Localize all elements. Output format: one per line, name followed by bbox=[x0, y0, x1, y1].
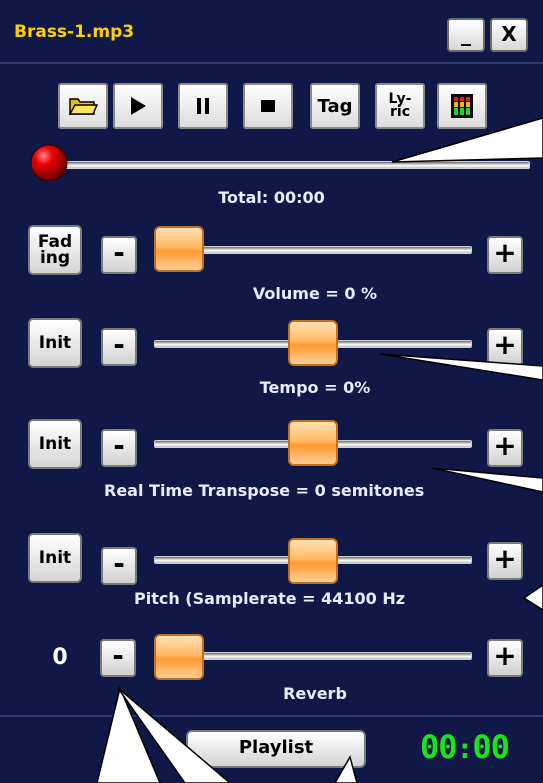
callout-pointers bbox=[96, 117, 543, 783]
